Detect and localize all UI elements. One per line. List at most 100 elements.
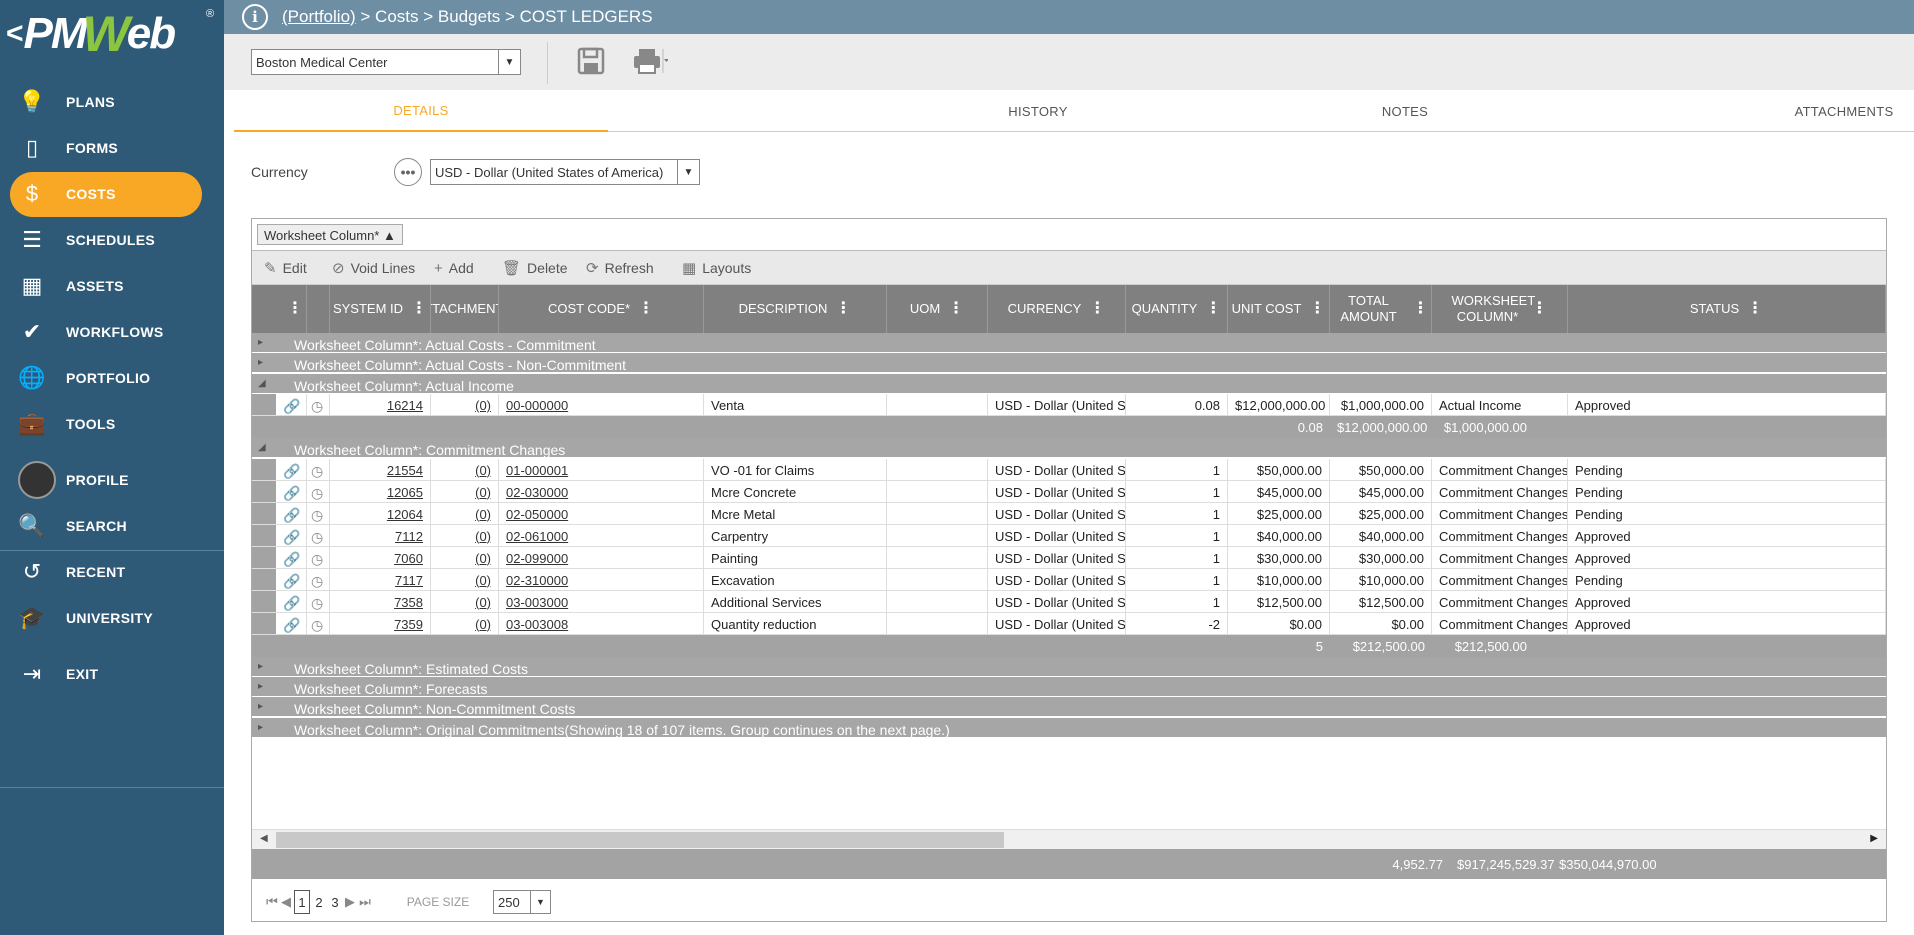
cell-value[interactable]: 03-003008 [506,617,568,632]
attachments-cell[interactable]: (0) [431,546,499,569]
cell-value[interactable]: 7358 [394,595,423,610]
clock-icon[interactable]: ◷ [311,573,323,589]
scroll-left-icon[interactable]: ◀ [260,833,268,844]
link-cell[interactable]: 🔗 [276,394,307,417]
group-row[interactable]: ▸ Worksheet Column*: Forecasts [252,677,1886,697]
link-cell[interactable]: 🔗 [276,458,307,481]
cost-code-cell[interactable]: 02-030000 [499,480,704,503]
cell-value[interactable]: (0) [475,485,491,500]
link-cell[interactable]: 🔗 [276,480,307,503]
clock-icon[interactable]: ◷ [311,529,323,545]
back-chevron-icon[interactable]: < [6,17,24,51]
clock-icon[interactable]: ◷ [311,595,323,611]
cell-value[interactable]: (0) [475,573,491,588]
column-menu-icon[interactable]: ⋮ [411,301,427,317]
cell-value[interactable]: (0) [475,507,491,522]
cell-value[interactable]: 02-050000 [506,507,568,522]
chevron-down-icon[interactable]: ▼ [498,50,520,74]
cell-value[interactable]: 7117 [395,573,423,588]
column-menu-icon[interactable]: ⋮ [1413,301,1429,317]
pmweb-logo[interactable]: < PM W eb ® [6,6,214,62]
grid-void-lines-button[interactable]: ⊘ Void Lines [332,251,415,285]
link-icon[interactable]: 🔗 [283,529,300,545]
info-icon[interactable]: i [242,4,268,30]
expand-icon[interactable]: ▸ [258,722,263,733]
cell-value[interactable]: 02-061000 [506,529,568,544]
link-cell[interactable]: 🔗 [276,502,307,525]
cell-value[interactable]: 7112 [395,529,423,544]
tab-notes[interactable]: NOTES [1220,90,1590,132]
history-cell[interactable]: ◷ [307,480,330,503]
group-row[interactable]: ▸ Worksheet Column*: Estimated Costs [252,656,1886,677]
system-id-cell[interactable]: 7060 [330,546,431,569]
header-quantity[interactable]: QUANTITY ⋮ [1126,285,1228,333]
history-cell[interactable]: ◷ [307,590,330,613]
history-cell[interactable]: ◷ [307,458,330,481]
table-row[interactable]: 🔗 ◷ 7060 (0) 02-099000 Painting USD - Dollar (… [252,546,1886,569]
expand-icon[interactable]: ▸ [258,681,263,692]
first-page-icon[interactable]: ⏮ [266,890,278,914]
history-cell[interactable]: ◷ [307,546,330,569]
group-chip-worksheet-column[interactable]: Worksheet Column* ▲ [257,224,403,245]
column-menu-icon[interactable]: ⋮ [1089,301,1105,317]
column-menu-icon[interactable]: ⋮ [1532,301,1548,317]
cell-value[interactable]: 12065 [387,485,423,500]
attachments-cell[interactable]: (0) [431,480,499,503]
header-cost-code[interactable]: COST CODE* ⋮ [499,285,704,333]
link-cell[interactable]: 🔗 [276,546,307,569]
group-row[interactable]: ▸ Worksheet Column*: Original Commitments… [252,717,1886,738]
grid-add-button[interactable]: + Add [434,251,474,285]
history-cell[interactable]: ◷ [307,524,330,547]
cell-value[interactable]: 7359 [394,617,423,632]
column-menu-icon[interactable]: ⋮ [948,301,964,317]
table-row[interactable]: 🔗 ◷ 21554 (0) 01-000001 VO -01 for Claims USD … [252,458,1886,481]
expand-icon[interactable]: ▸ [258,661,263,672]
cell-value[interactable]: 21554 [387,463,423,478]
collapse-icon[interactable]: ◢ [258,378,266,389]
sidebar-item-forms[interactable]: ▯ FORMS [0,125,224,171]
system-id-cell[interactable]: 16214 [330,394,431,417]
link-icon[interactable]: 🔗 [283,617,300,633]
chevron-down-icon[interactable]: ▼ [530,891,550,913]
system-id-cell[interactable]: 12065 [330,480,431,503]
link-cell[interactable]: 🔗 [276,612,307,635]
grid-delete-button[interactable]: 🗑 Delete [502,251,568,285]
clock-icon[interactable]: ◷ [311,551,323,567]
prev-page-icon[interactable]: ◀ [280,890,292,914]
history-cell[interactable]: ◷ [307,394,330,417]
group-row[interactable]: ▸ Worksheet Column*: Non-Commitment Costs [252,697,1886,718]
page-1[interactable]: 1 [294,890,310,914]
attachments-cell[interactable]: (0) [431,590,499,613]
grid-edit-button[interactable]: ✎ Edit [264,251,307,285]
grid-refresh-button[interactable]: ⟳ Refresh [586,251,654,285]
header-system-id[interactable]: SYSTEM ID ⋮ [330,285,431,333]
save-icon[interactable] [576,46,606,76]
sidebar-item-recent[interactable]: ↺ RECENT [0,549,224,595]
header-uom[interactable]: UOM ⋮ [887,285,988,333]
cell-value[interactable]: 02-099000 [506,551,568,566]
chevron-down-icon[interactable]: ▼ [677,160,699,184]
sidebar-item-university[interactable]: 🎓 UNIVERSITY [0,595,224,641]
currency-select[interactable]: USD - Dollar (United States of America) … [430,159,700,185]
page-size-select[interactable]: 250 ▼ [493,890,551,914]
group-row[interactable]: ▸ Worksheet Column*: Actual Costs - Commi… [252,333,1886,353]
sidebar-item-search[interactable]: 🔍 SEARCH [0,503,224,549]
sidebar-item-workflows[interactable]: ✔ WORKFLOWS [0,309,224,355]
page-2[interactable]: 2 [312,890,326,914]
link-icon[interactable]: 🔗 [283,507,300,523]
link-cell[interactable]: 🔗 [276,524,307,547]
more-options-icon[interactable]: ••• [394,158,422,186]
sidebar-item-assets[interactable]: ▦ ASSETS [0,263,224,309]
table-row[interactable]: 🔗 ◷ 7359 (0) 03-003008 Quantity reduction USD … [252,612,1886,635]
column-menu-icon[interactable]: ⋮ [287,301,303,317]
table-row[interactable]: 🔗 ◷ 7358 (0) 03-003000 Additional Services USD… [252,590,1886,613]
link-icon[interactable]: 🔗 [283,398,300,414]
collapse-icon[interactable]: ◢ [258,442,266,453]
header-status[interactable]: STATUS ⋮ [1568,285,1886,333]
expand-icon[interactable]: ▸ [258,337,263,348]
clock-icon[interactable]: ◷ [311,463,323,479]
system-id-cell[interactable]: 21554 [330,458,431,481]
print-icon[interactable] [632,46,668,76]
cell-value[interactable]: 16214 [387,398,423,413]
sidebar-item-profile[interactable]: PROFILE [0,457,224,503]
